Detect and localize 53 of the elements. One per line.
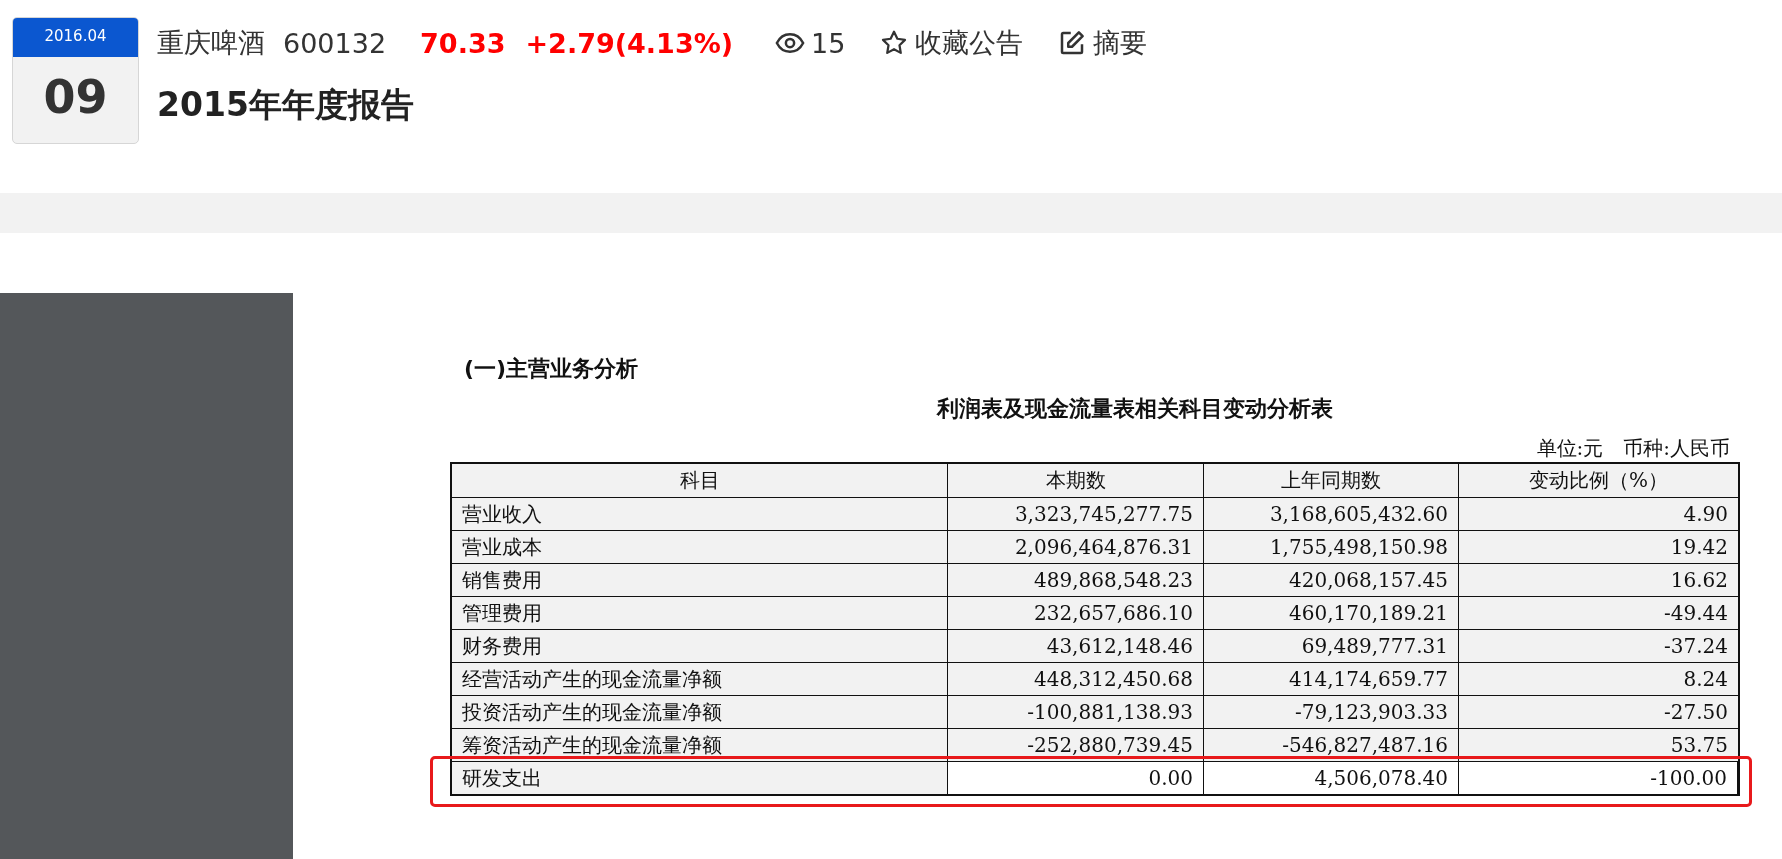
table-cell: -37.24 xyxy=(1459,630,1738,663)
date-month: 2016.04 xyxy=(13,18,138,57)
table-cell: 448,312,450.68 xyxy=(948,663,1204,696)
stock-name[interactable]: 重庆啤酒 xyxy=(157,25,265,61)
table-cell: 4,506,078.40 xyxy=(1204,762,1459,795)
table-cell: 营业收入 xyxy=(452,498,948,531)
column-header: 上年同期数 xyxy=(1204,464,1459,498)
table-cell: -252,880,739.45 xyxy=(948,729,1204,762)
unit-note: 单位:元 币种:人民币 xyxy=(1535,435,1730,462)
table-cell: -49.44 xyxy=(1459,597,1738,630)
table-cell: -79,123,903.33 xyxy=(1204,696,1459,729)
announcement-title: 2015年年度报告 xyxy=(157,84,415,126)
table-cell: -100,881,138.93 xyxy=(948,696,1204,729)
favorite-button[interactable]: 收藏公告 xyxy=(879,25,1024,61)
column-header: 科目 xyxy=(452,464,948,498)
section-heading: (一)主营业务分析 xyxy=(464,355,640,383)
table-cell: 414,174,659.77 xyxy=(1204,663,1459,696)
table-cell: 投资活动产生的现金流量净额 xyxy=(452,696,948,729)
table-cell: 43,612,148.46 xyxy=(948,630,1204,663)
table-cell: 19.42 xyxy=(1459,531,1738,564)
table-cell: 232,657,686.10 xyxy=(948,597,1204,630)
table-cell: 3,168,605,432.60 xyxy=(1204,498,1459,531)
table-cell: 销售费用 xyxy=(452,564,948,597)
price-change: +2.79(4.13%) xyxy=(525,27,734,59)
date-day: 09 xyxy=(13,57,138,143)
table-cell: 2,096,464,876.31 xyxy=(948,531,1204,564)
table-cell: 8.24 xyxy=(1459,663,1738,696)
table-cell: 420,068,157.45 xyxy=(1204,564,1459,597)
table-cell: -100.00 xyxy=(1459,762,1738,795)
table-cell: 管理费用 xyxy=(452,597,948,630)
table-cell: 财务费用 xyxy=(452,630,948,663)
column-header: 本期数 xyxy=(948,464,1204,498)
table-cell: 3,323,745,277.75 xyxy=(948,498,1204,531)
table-cell: 筹资活动产生的现金流量净额 xyxy=(452,729,948,762)
table-cell: 489,868,548.23 xyxy=(948,564,1204,597)
stock-code: 600132 xyxy=(283,27,387,59)
stock-price: 70.33 xyxy=(420,27,506,59)
table-cell: 16.62 xyxy=(1459,564,1738,597)
column-header: 变动比例（%） xyxy=(1459,464,1738,498)
table-cell: 研发支出 xyxy=(452,762,948,795)
table-cell: 0.00 xyxy=(948,762,1204,795)
table-cell: -27.50 xyxy=(1459,696,1738,729)
summary-button[interactable]: 摘要 xyxy=(1057,25,1148,61)
table-cell: 4.90 xyxy=(1459,498,1738,531)
table-cell: 69,489,777.31 xyxy=(1204,630,1459,663)
table-cell: 营业成本 xyxy=(452,531,948,564)
table-cell: -546,827,487.16 xyxy=(1204,729,1459,762)
table-cell: 53.75 xyxy=(1459,729,1738,762)
view-count: 15 xyxy=(811,27,846,59)
table-cell: 1,755,498,150.98 xyxy=(1204,531,1459,564)
table-title: 利润表及现金流量表相关科目变动分析表 xyxy=(935,395,1334,423)
table-cell: 经营活动产生的现金流量净额 xyxy=(452,663,948,696)
table-cell: 460,170,189.21 xyxy=(1204,597,1459,630)
